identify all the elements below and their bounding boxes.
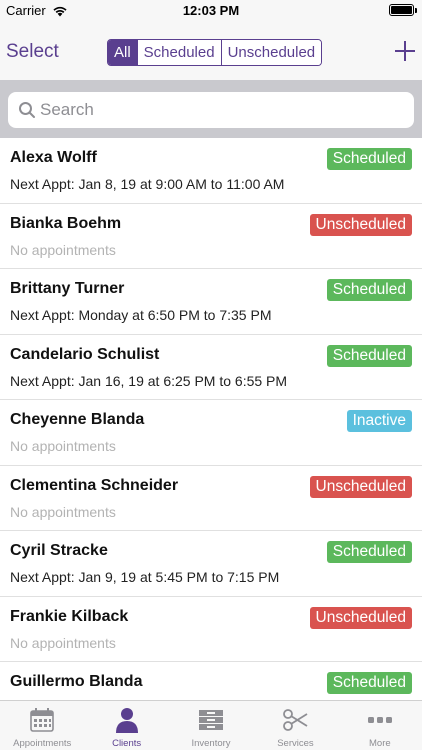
client-name: Cheyenne Blanda: [10, 411, 145, 428]
search-icon: [19, 102, 35, 118]
select-button[interactable]: Select: [6, 41, 59, 63]
client-name: Clementina Schneider: [10, 476, 179, 494]
tab-more[interactable]: More: [338, 701, 422, 750]
segment-scheduled[interactable]: Scheduled: [136, 40, 221, 65]
tab-appointments[interactable]: Appointments: [0, 701, 84, 750]
client-appointment: Next Appt: Jan 9, 19 at 5:45 PM to 7:15 …: [10, 569, 280, 585]
client-row[interactable]: Candelario Schulist Scheduled Next Appt:…: [0, 334, 422, 400]
client-name: Brittany Turner: [10, 280, 125, 297]
client-name: Alexa Wolff: [10, 149, 97, 166]
client-name: Bianka Boehm: [10, 214, 122, 232]
client-appointment: Next Appt: Jan 8, 19 at 9:00 AM to 11:00…: [10, 176, 285, 192]
client-list[interactable]: Alexa Wolff Scheduled Next Appt: Jan 8, …: [0, 138, 422, 700]
tab-clients[interactable]: Clients: [84, 701, 168, 750]
status-badge: Unscheduled: [309, 606, 412, 629]
status-badge: Scheduled: [326, 541, 412, 563]
nav-bar: Select All Scheduled Unscheduled: [0, 22, 422, 80]
tab-inventory[interactable]: Inventory: [169, 701, 253, 750]
client-appointment: No appointments: [10, 503, 116, 520]
battery-icon: [389, 4, 417, 16]
status-badge: Unscheduled: [309, 213, 412, 236]
client-row[interactable]: Guillermo Blanda Scheduled: [0, 662, 422, 700]
status-badge: Scheduled: [326, 344, 412, 367]
person-icon: [115, 708, 138, 733]
status-badge: Inactive: [346, 410, 412, 432]
segment-all[interactable]: All: [108, 40, 137, 65]
tab-bar: Appointments Clients Inventory Services: [0, 700, 422, 750]
client-row[interactable]: Brittany Turner Scheduled Next Appt: Mon…: [0, 269, 422, 335]
client-row[interactable]: Alexa Wolff Scheduled Next Appt: Jan 8, …: [0, 138, 422, 204]
tab-label: More: [369, 738, 391, 749]
client-row[interactable]: Cyril Stracke Scheduled Next Appt: Jan 9…: [0, 531, 422, 597]
tab-services[interactable]: Services: [253, 701, 337, 750]
add-client-button[interactable]: [393, 39, 417, 63]
status-badge: Scheduled: [326, 148, 412, 170]
tab-label: Clients: [112, 738, 142, 749]
status-badge: Unscheduled: [309, 475, 412, 498]
client-name: Candelario Schulist: [10, 345, 160, 363]
status-badge: Scheduled: [326, 279, 412, 301]
calendar-icon: [30, 708, 55, 732]
status-badge: Scheduled: [326, 672, 412, 694]
client-appointment: No appointments: [10, 634, 116, 651]
client-appointment: No appointments: [10, 241, 116, 258]
search-field-container[interactable]: [8, 92, 414, 128]
inventory-icon: [199, 710, 224, 730]
client-row[interactable]: Frankie Kilback Unscheduled No appointme…: [0, 596, 422, 662]
tab-label: Services: [277, 738, 314, 749]
scissors-icon: [283, 709, 308, 731]
client-appointment: Next Appt: Monday at 6:50 PM to 7:35 PM: [10, 307, 272, 323]
status-bar: Carrier 12:03 PM: [0, 0, 422, 22]
status-time: 12:03 PM: [182, 3, 240, 18]
client-appointment: Next Appt: Jan 16, 19 at 6:25 PM to 6:55…: [10, 372, 288, 389]
search-bar: [0, 80, 422, 138]
client-name: Frankie Kilback: [10, 607, 129, 625]
segment-unscheduled[interactable]: Unscheduled: [220, 40, 322, 65]
tab-label: Inventory: [191, 738, 231, 749]
client-name: Cyril Stracke: [10, 542, 108, 559]
search-input[interactable]: [40, 92, 400, 128]
more-icon: [367, 717, 392, 723]
filter-segmented-control: All Scheduled Unscheduled: [107, 39, 323, 66]
client-row[interactable]: Clementina Schneider Unscheduled No appo…: [0, 465, 422, 531]
client-row[interactable]: Cheyenne Blanda Inactive No appointments: [0, 400, 422, 466]
client-appointment: No appointments: [10, 438, 116, 454]
tab-label: Appointments: [13, 738, 72, 749]
client-row[interactable]: Bianka Boehm Unscheduled No appointments: [0, 203, 422, 269]
client-name: Guillermo Blanda: [10, 673, 143, 690]
